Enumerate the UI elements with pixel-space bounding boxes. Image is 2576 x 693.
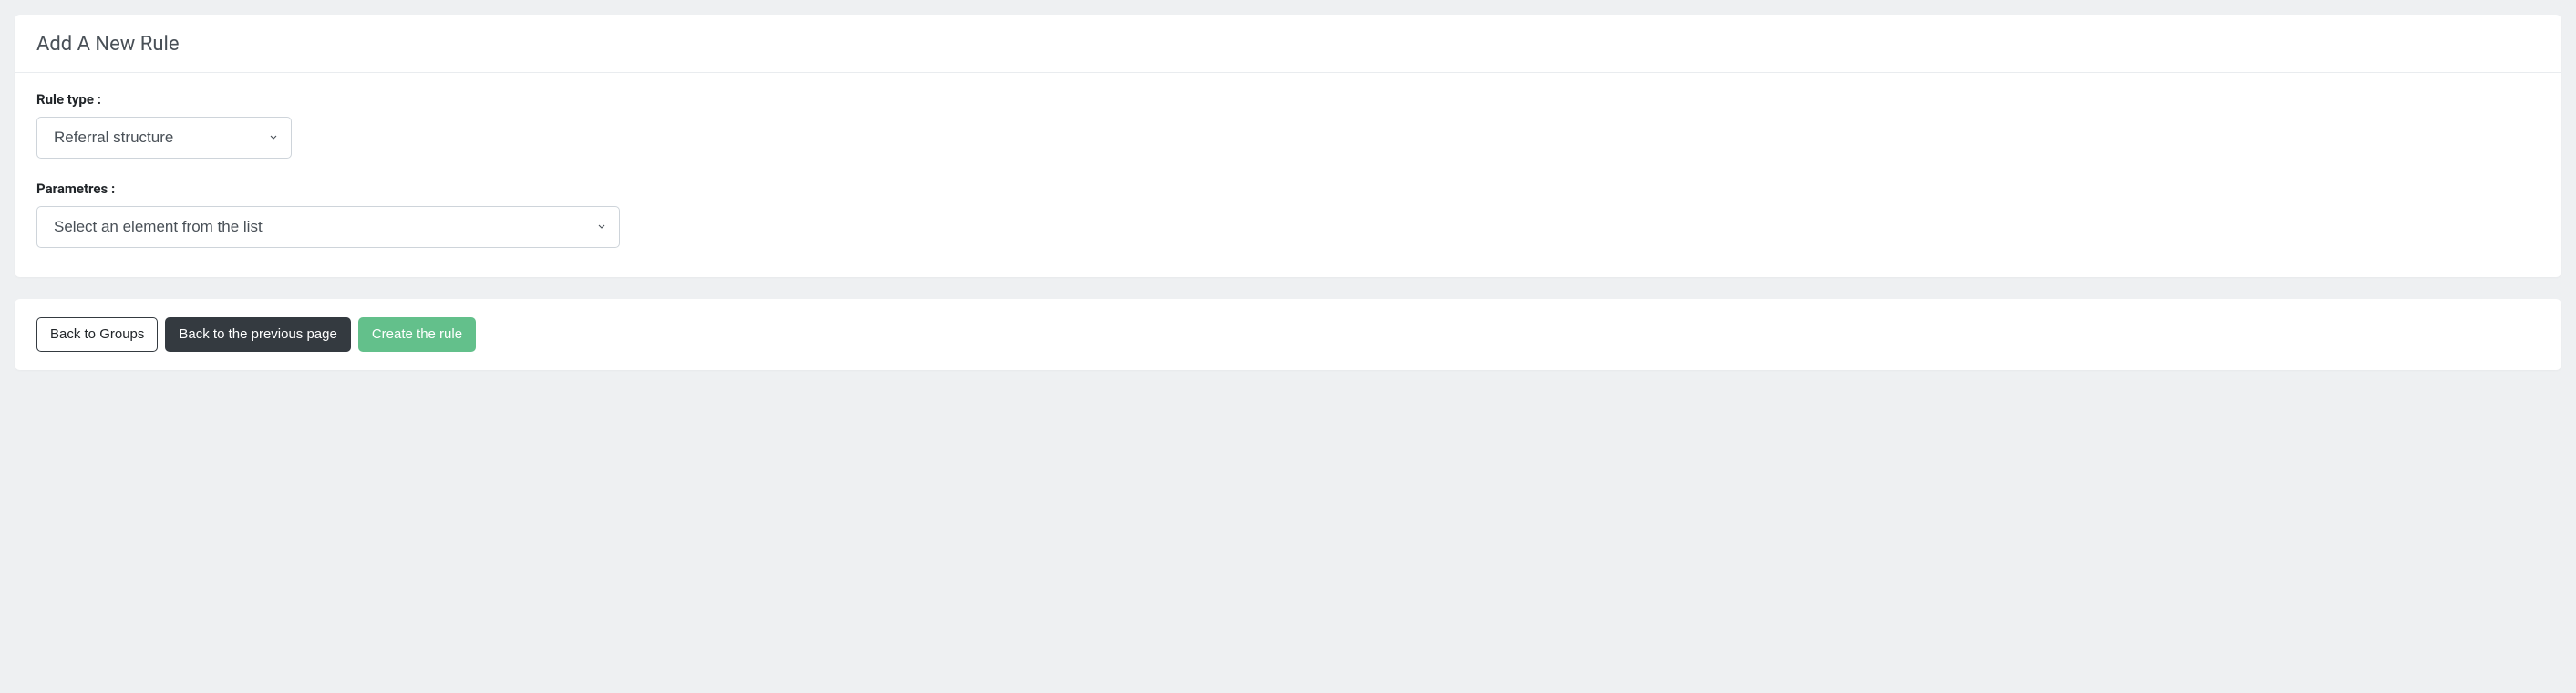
back-previous-button[interactable]: Back to the previous page [165, 317, 350, 352]
rule-type-select-wrapper: Referral structure [36, 117, 292, 159]
parametres-group: Parametres : Select an element from the … [36, 181, 2540, 248]
page-title: Add A New Rule [36, 33, 2540, 56]
actions-card: Back to Groups Back to the previous page… [15, 299, 2561, 370]
rule-type-label: Rule type : [36, 91, 2540, 108]
card-header: Add A New Rule [15, 15, 2561, 73]
parametres-label: Parametres : [36, 181, 2540, 197]
parametres-select[interactable]: Select an element from the list [36, 206, 620, 248]
button-row: Back to Groups Back to the previous page… [36, 317, 2540, 352]
rule-type-select[interactable]: Referral structure [36, 117, 292, 159]
add-rule-card: Add A New Rule Rule type : Referral stru… [15, 15, 2561, 277]
parametres-select-wrapper: Select an element from the list [36, 206, 620, 248]
back-to-groups-button[interactable]: Back to Groups [36, 317, 158, 352]
card-body: Rule type : Referral structure Parametre… [15, 73, 2561, 277]
rule-type-group: Rule type : Referral structure [36, 91, 2540, 159]
create-rule-button[interactable]: Create the rule [358, 317, 476, 352]
